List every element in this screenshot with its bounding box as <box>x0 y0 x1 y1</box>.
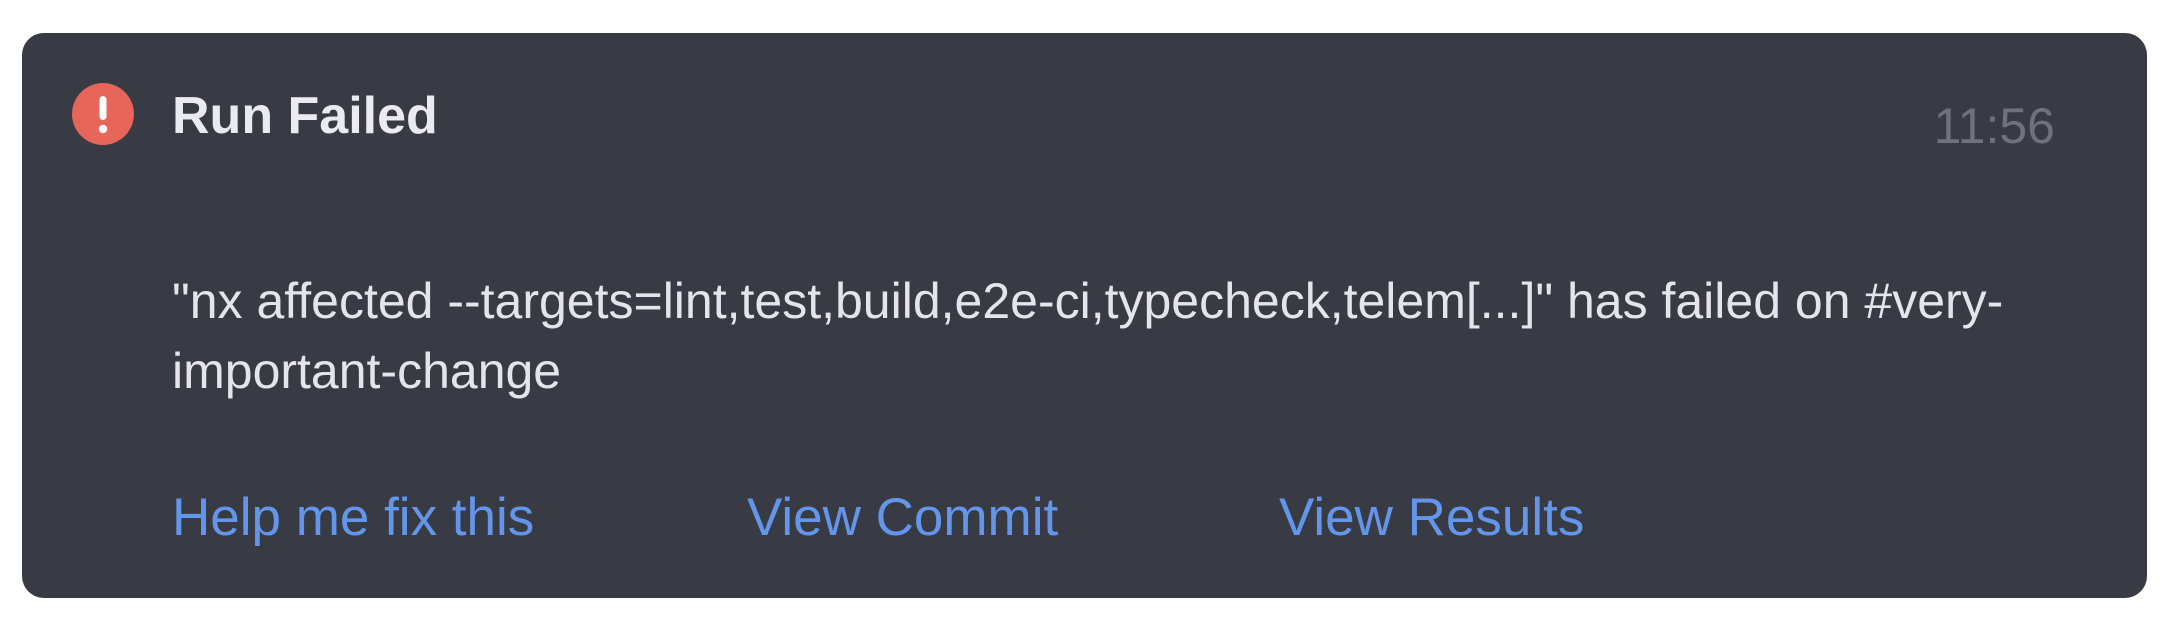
run-failed-notification: Run Failed 11:56 "nx affected --targets=… <box>22 33 2147 598</box>
help-me-fix-this-link[interactable]: Help me fix this <box>172 481 534 555</box>
view-results-link[interactable]: View Results <box>1279 481 1584 555</box>
notification-timestamp: 11:56 <box>1933 98 2055 154</box>
view-commit-link[interactable]: View Commit <box>747 481 1058 555</box>
error-exclamation-icon <box>72 83 134 145</box>
notification-message: "nx affected --targets=lint,test,build,e… <box>172 273 2004 399</box>
notification-title: Run Failed <box>172 87 438 145</box>
